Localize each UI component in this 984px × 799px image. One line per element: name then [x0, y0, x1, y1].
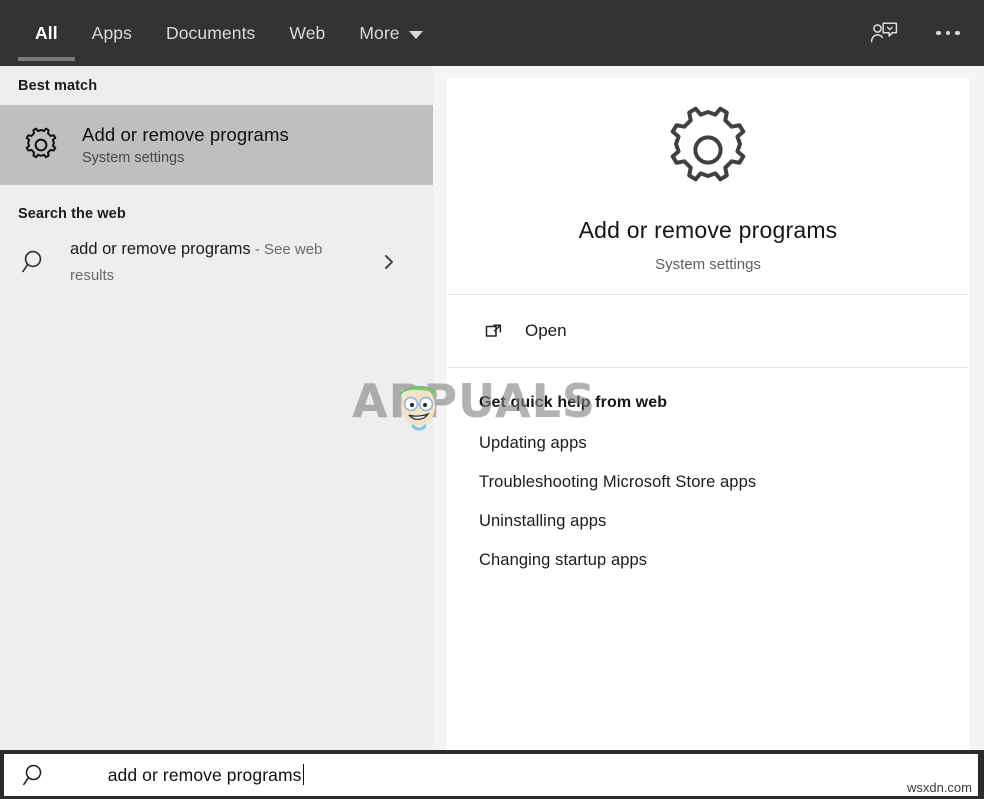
- search-flyout: All Apps Documents Web More: [0, 0, 984, 799]
- quick-help-link-changing-startup-apps[interactable]: Changing startup apps: [479, 541, 969, 580]
- tab-more-inner: More: [359, 23, 422, 44]
- quick-help-link-updating-apps[interactable]: Updating apps: [479, 424, 969, 463]
- search-icon: [18, 245, 52, 279]
- tab-all[interactable]: All: [18, 0, 75, 66]
- person-feedback-icon[interactable]: [862, 11, 906, 55]
- tab-apps-label: Apps: [92, 23, 132, 44]
- tab-more[interactable]: More: [342, 0, 439, 66]
- best-match-header: Best match: [0, 66, 433, 94]
- tab-bar-actions: [862, 0, 970, 66]
- wsxdn-watermark: wsxdn.com: [907, 780, 972, 795]
- results-panel: Best match Add or remove programs System…: [0, 66, 433, 750]
- quick-help-link-uninstalling-apps[interactable]: Uninstalling apps: [479, 502, 969, 541]
- quick-help-section: Get quick help from web Updating apps Tr…: [447, 368, 969, 580]
- web-search-suggestion-text: add or remove programs - See web results: [70, 236, 370, 289]
- search-input-value-wrap: add or remove programs: [68, 743, 304, 799]
- web-search-suggestion[interactable]: add or remove programs - See web results: [0, 226, 433, 298]
- preview-top-strip: [447, 66, 969, 78]
- tab-web-label: Web: [289, 23, 325, 44]
- text-cursor: [303, 764, 305, 785]
- open-in-new-icon: [479, 316, 509, 346]
- tab-more-label: More: [359, 23, 399, 44]
- chevron-right-icon[interactable]: [370, 243, 408, 281]
- search-input[interactable]: add or remove programs: [4, 754, 978, 796]
- tab-web[interactable]: Web: [272, 0, 342, 66]
- search-the-web-header: Search the web: [0, 194, 433, 222]
- chevron-down-icon: [409, 31, 423, 39]
- search-icon: [20, 760, 50, 790]
- preview-right-rail: [969, 66, 984, 750]
- tab-apps[interactable]: Apps: [75, 0, 149, 66]
- preview-title: Add or remove programs: [579, 217, 838, 244]
- tab-active-underline: [18, 57, 75, 61]
- gear-icon: [660, 102, 756, 203]
- ellipsis-icon[interactable]: [926, 11, 970, 55]
- gear-icon: [18, 122, 64, 168]
- preview-panel: Add or remove programs System settings O…: [447, 78, 969, 750]
- web-search-query: add or remove programs: [70, 240, 251, 258]
- quick-help-link-troubleshooting-store-apps[interactable]: Troubleshooting Microsoft Store apps: [479, 463, 969, 502]
- result-item-subtitle: System settings: [82, 150, 289, 166]
- ellipsis-dots: [936, 31, 960, 36]
- search-tab-bar: All Apps Documents Web More: [0, 0, 984, 66]
- preview-subtitle: System settings: [655, 256, 761, 273]
- open-action-label: Open: [525, 321, 567, 341]
- quick-help-title: Get quick help from web: [479, 394, 969, 412]
- preview-header: Add or remove programs System settings: [447, 78, 969, 273]
- tab-list: All Apps Documents Web More: [0, 0, 440, 66]
- search-input-value: add or remove programs: [108, 765, 302, 785]
- tab-documents[interactable]: Documents: [149, 0, 272, 66]
- open-action-button[interactable]: Open: [447, 295, 969, 367]
- panel-gap: [433, 66, 447, 750]
- result-item-title: Add or remove programs: [82, 124, 289, 146]
- search-bar-frame: add or remove programs: [0, 750, 984, 799]
- tab-all-label: All: [35, 23, 58, 44]
- result-item-add-or-remove-programs[interactable]: Add or remove programs System settings: [0, 105, 433, 185]
- result-item-text: Add or remove programs System settings: [82, 124, 289, 166]
- tab-documents-label: Documents: [166, 23, 255, 44]
